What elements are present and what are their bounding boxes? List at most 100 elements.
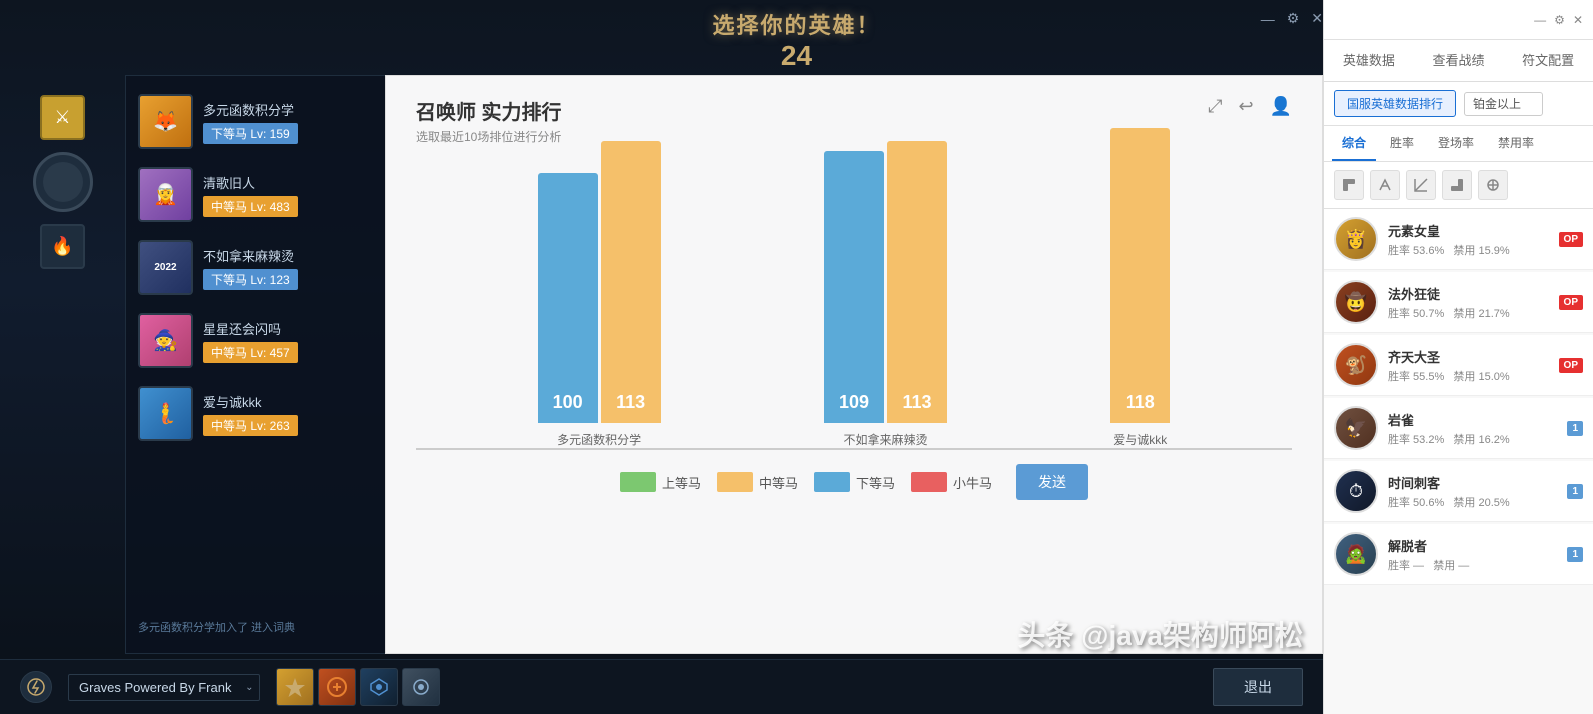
chart-icon-expand[interactable]: ⤢ bbox=[1208, 96, 1222, 117]
left-side-icons: ⚔ 🔥 bbox=[0, 75, 125, 269]
skill-icon-1[interactable] bbox=[276, 668, 314, 706]
hero-rate-1: 胜率 53.6% 禁用 15.9% bbox=[1388, 242, 1549, 258]
right-close-button[interactable]: ✕ bbox=[1573, 13, 1583, 27]
hero-item-1[interactable]: 👸 元素女皇 胜率 53.6% 禁用 15.9% OP bbox=[1324, 209, 1593, 270]
sub-tab-overall[interactable]: 综合 bbox=[1332, 126, 1376, 161]
skill-icon-3[interactable] bbox=[360, 668, 398, 706]
player-item-3[interactable]: 2022 不如拿来麻辣烫 下等马 Lv: 123 bbox=[126, 232, 385, 303]
role-btn-jungle[interactable] bbox=[1370, 170, 1400, 200]
hero-rate-4: 胜率 53.2% 禁用 16.2% bbox=[1388, 431, 1557, 447]
right-main-tabs: 英雄数据 查看战绩 符文配置 bbox=[1324, 40, 1593, 82]
bar-pair-2: 109 113 bbox=[824, 141, 947, 423]
hero-thumb-5: ⏱ bbox=[1334, 469, 1378, 513]
player-name-4: 星星还会闪吗 bbox=[203, 319, 298, 338]
bottom-icon-flash[interactable] bbox=[20, 671, 52, 703]
skill-icon-2[interactable] bbox=[318, 668, 356, 706]
left-icon-circle[interactable] bbox=[33, 152, 93, 212]
page-subtitle: 24 bbox=[712, 40, 880, 72]
chart-panel: 召唤师 实力排行 选取最近10场排位进行分析 ⤢ ↩ 👤 100 113 bbox=[385, 75, 1323, 654]
hero-stats-5: 时间刺客 胜率 50.6% 禁用 20.5% bbox=[1388, 473, 1557, 510]
tab-match-history[interactable]: 查看战绩 bbox=[1414, 40, 1504, 81]
player-rank-5: 中等马 Lv: 263 bbox=[203, 415, 298, 436]
minimize-button[interactable]: — bbox=[1261, 11, 1275, 27]
player-avatar-4: 🧙 bbox=[138, 313, 193, 368]
exit-button[interactable]: 退出 bbox=[1213, 668, 1303, 706]
hero-badge-5: 1 bbox=[1567, 484, 1583, 499]
role-btn-support[interactable] bbox=[1478, 170, 1508, 200]
right-panel: — ⚙ ✕ 英雄数据 查看战绩 符文配置 国服英雄数据排行 铂金以上 综合 胜率 bbox=[1323, 0, 1593, 714]
right-minimize-button[interactable]: — bbox=[1534, 13, 1546, 27]
chart-icon-person[interactable]: 👤 bbox=[1270, 96, 1292, 117]
legend-color-3 bbox=[814, 472, 850, 492]
player-info-1: 多元函数积分学 下等马 Lv: 159 bbox=[203, 100, 298, 144]
close-button[interactable]: ✕ bbox=[1311, 10, 1323, 27]
player-item-1[interactable]: 🦊 多元函数积分学 下等马 Lv: 159 bbox=[126, 86, 385, 157]
sub-tabs: 综合 胜率 登场率 禁用率 bbox=[1324, 126, 1593, 162]
page-title: 选择你的英雄！ bbox=[712, 8, 880, 40]
legend-label-3: 下等马 bbox=[856, 473, 895, 492]
hero-item-2[interactable]: 🤠 法外狂徒 胜率 50.7% 禁用 21.7% OP bbox=[1324, 272, 1593, 333]
hero-stats-4: 岩雀 胜率 53.2% 禁用 16.2% bbox=[1388, 410, 1557, 447]
sub-tab-pickrate[interactable]: 登场率 bbox=[1428, 126, 1484, 161]
hero-name-6: 解脱者 bbox=[1388, 536, 1557, 555]
hero-item-3[interactable]: 🐒 齐天大圣 胜率 55.5% 禁用 15.0% OP bbox=[1324, 335, 1593, 396]
bar-pair-3: 118 bbox=[1110, 128, 1170, 423]
sub-tab-banrate[interactable]: 禁用率 bbox=[1488, 126, 1544, 161]
chart-legend: 上等马 中等马 下等马 小牛马 发送 bbox=[416, 464, 1292, 500]
role-btn-top[interactable] bbox=[1334, 170, 1364, 200]
legend-color-1 bbox=[620, 472, 656, 492]
player-item-2[interactable]: 🧝 清歌旧人 中等马 Lv: 483 bbox=[126, 159, 385, 230]
legend-color-2 bbox=[717, 472, 753, 492]
tab-hero-data[interactable]: 英雄数据 bbox=[1324, 40, 1414, 81]
legend-item-1: 上等马 bbox=[620, 472, 701, 492]
settings-button[interactable]: ⚙ bbox=[1287, 10, 1300, 27]
tier-filter-select[interactable]: 铂金以上 bbox=[1464, 92, 1543, 116]
filter-active-button[interactable]: 国服英雄数据排行 bbox=[1334, 90, 1456, 117]
chart-icon-refresh[interactable]: ↩ bbox=[1238, 96, 1253, 117]
sub-tab-winrate[interactable]: 胜率 bbox=[1380, 126, 1424, 161]
filter-row: 国服英雄数据排行 铂金以上 bbox=[1324, 82, 1593, 126]
skill-icon-4[interactable] bbox=[402, 668, 440, 706]
hero-rate-2: 胜率 50.7% 禁用 21.7% bbox=[1388, 305, 1549, 321]
hero-badge-1: OP bbox=[1559, 232, 1583, 247]
status-text: 多元函数积分学加入了 进入词典 bbox=[126, 611, 385, 643]
bar-group-1: 100 113 多元函数积分学 bbox=[538, 141, 661, 448]
role-btn-bot[interactable] bbox=[1442, 170, 1472, 200]
hero-item-4[interactable]: 🦅 岩雀 胜率 53.2% 禁用 16.2% 1 bbox=[1324, 398, 1593, 459]
right-settings-button[interactable]: ⚙ bbox=[1554, 13, 1565, 27]
hero-item-6[interactable]: 🧟 解脱者 胜率 — 禁用 — 1 bbox=[1324, 524, 1593, 585]
tab-runes[interactable]: 符文配置 bbox=[1503, 40, 1593, 81]
player-name-5: 爱与诚kkk bbox=[203, 392, 298, 411]
role-btn-mid[interactable] bbox=[1406, 170, 1436, 200]
chart-title-group: 召唤师 实力排行 选取最近10场排位进行分析 bbox=[416, 96, 562, 145]
graves-selector[interactable]: Graves Powered By Frank ⌄ bbox=[68, 674, 260, 701]
left-icon-2[interactable]: 🔥 bbox=[40, 224, 85, 269]
player-info-4: 星星还会闪吗 中等马 Lv: 457 bbox=[203, 319, 298, 363]
bar-2-blue: 109 bbox=[824, 151, 884, 423]
hero-rate-3: 胜率 55.5% 禁用 15.0% bbox=[1388, 368, 1549, 384]
left-icon-1[interactable]: ⚔ bbox=[40, 95, 85, 140]
bar-2-orange: 113 bbox=[887, 141, 947, 423]
bar-group-2: 109 113 不如拿来麻辣烫 bbox=[824, 141, 947, 448]
player-list: 🦊 多元函数积分学 下等马 Lv: 159 🧝 清歌旧人 中等马 Lv: 483… bbox=[125, 75, 385, 654]
hero-item-5[interactable]: ⏱ 时间刺客 胜率 50.6% 禁用 20.5% 1 bbox=[1324, 461, 1593, 522]
send-button[interactable]: 发送 bbox=[1016, 464, 1088, 500]
player-item-5[interactable]: 🧜 爱与诚kkk 中等马 Lv: 263 bbox=[126, 378, 385, 449]
hero-stats-1: 元素女皇 胜率 53.6% 禁用 15.9% bbox=[1388, 221, 1549, 258]
bar-1-orange: 113 bbox=[601, 141, 661, 423]
bar-pair-1: 100 113 bbox=[538, 141, 661, 423]
legend-label-4: 小牛马 bbox=[953, 473, 992, 492]
hero-badge-3: OP bbox=[1559, 358, 1583, 373]
bar-1-orange-label: 113 bbox=[601, 392, 661, 413]
graves-chevron-icon: ⌄ bbox=[245, 682, 253, 693]
player-avatar-1: 🦊 bbox=[138, 94, 193, 149]
legend-item-4: 小牛马 bbox=[911, 472, 992, 492]
player-item-4[interactable]: 🧙 星星还会闪吗 中等马 Lv: 457 bbox=[126, 305, 385, 376]
player-rank-4: 中等马 Lv: 457 bbox=[203, 342, 298, 363]
chart-title: 召唤师 实力排行 bbox=[416, 96, 562, 125]
hero-name-4: 岩雀 bbox=[1388, 410, 1557, 429]
player-avatar-5: 🧜 bbox=[138, 386, 193, 441]
bottom-skill-icons bbox=[276, 668, 440, 706]
hero-name-2: 法外狂徒 bbox=[1388, 284, 1549, 303]
bar-group-3-label: 爱与诚kkk bbox=[1113, 431, 1167, 448]
